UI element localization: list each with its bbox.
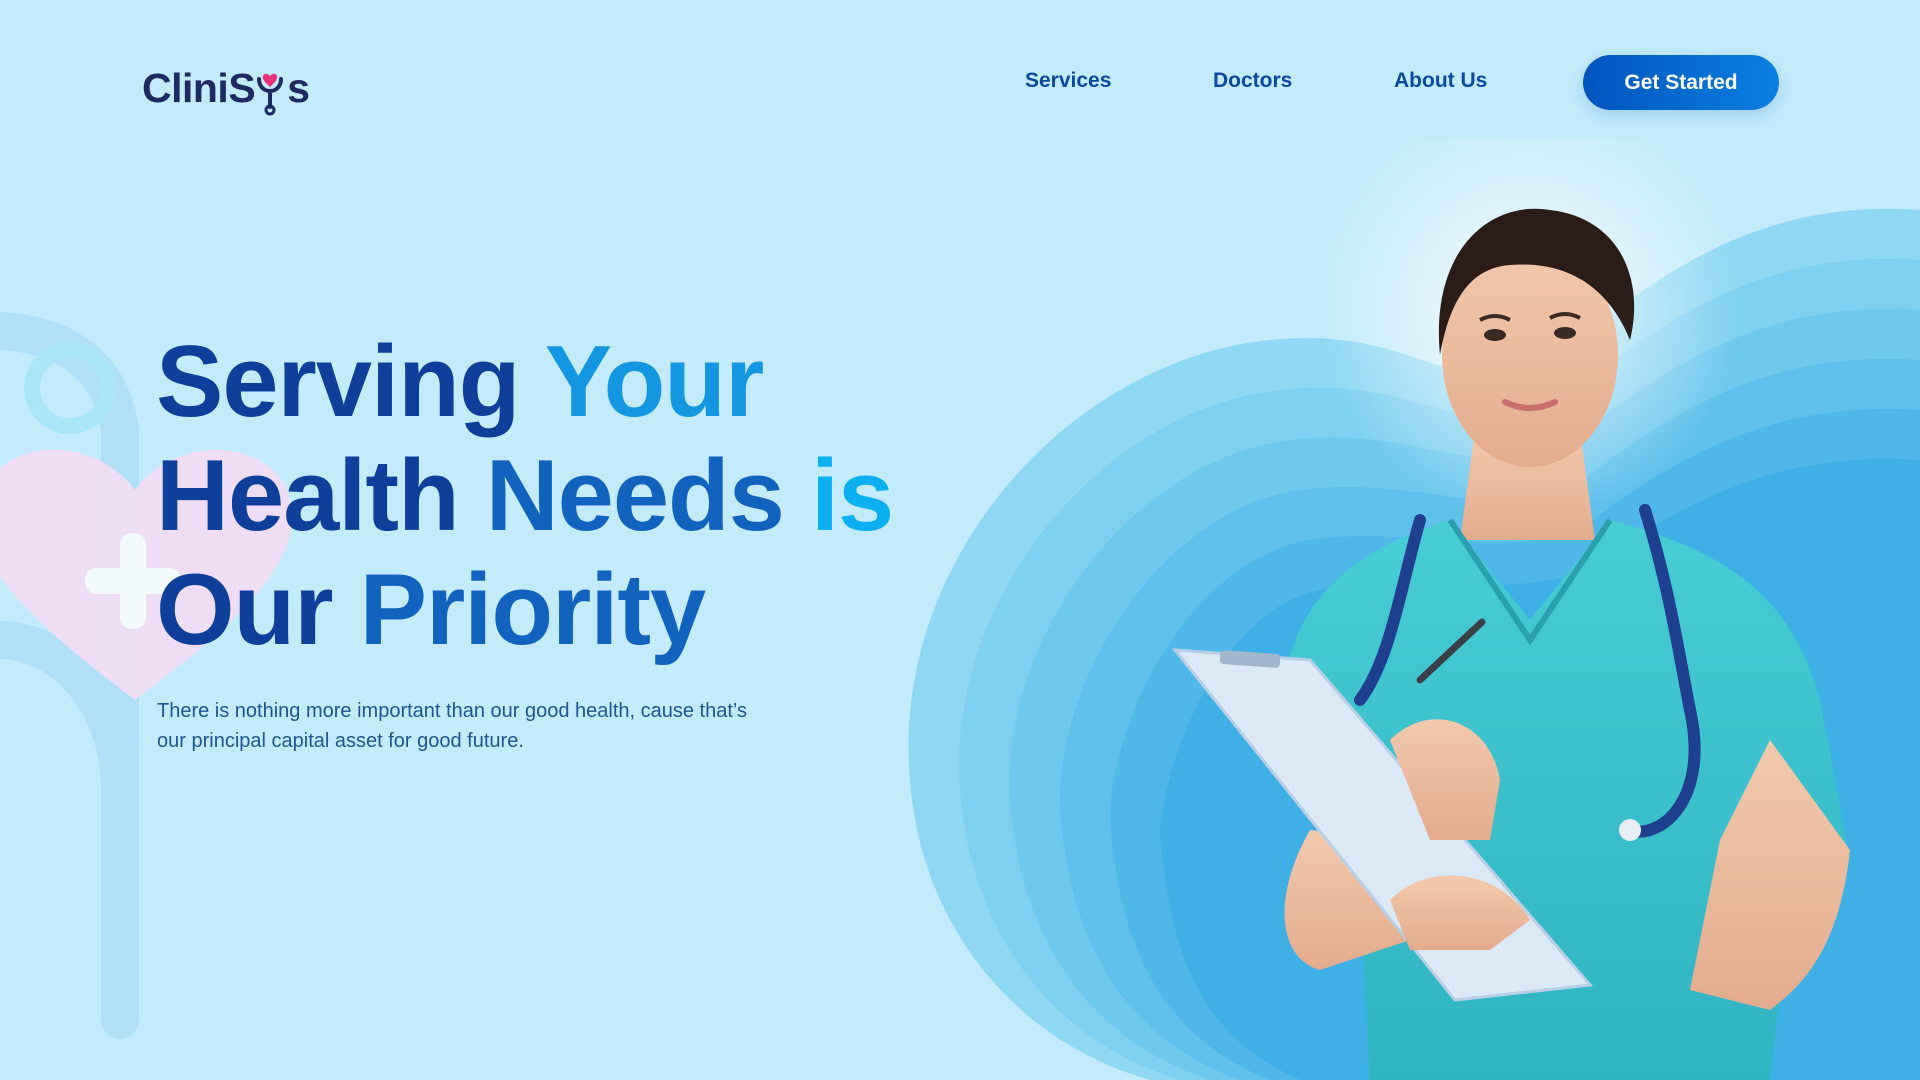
nav-link-about-us[interactable]: About Us [1394,69,1487,93]
headline-word: Health [156,440,460,552]
landing-page: CliniS s Services Doctors About Us Get S… [0,0,1920,1080]
hero-subcopy: There is nothing more important than our… [157,696,837,756]
hero-illustration [908,140,1920,1080]
headline-word: is [810,440,894,552]
hero-subcopy-line-2: our principal capital asset for good fut… [157,730,524,752]
headline-word: Serving [156,326,520,438]
headline-word: Our [156,554,334,666]
headline-word: Needs [485,440,785,552]
headline-word: Priority [359,554,707,666]
hero-subcopy-line-1: There is nothing more important than our… [157,700,747,722]
headline-word: Your [544,326,765,438]
nav-link-doctors[interactable]: Doctors [1213,69,1292,93]
nav-link-services[interactable]: Services [1025,69,1111,93]
get-started-button[interactable]: Get Started [1583,55,1779,110]
